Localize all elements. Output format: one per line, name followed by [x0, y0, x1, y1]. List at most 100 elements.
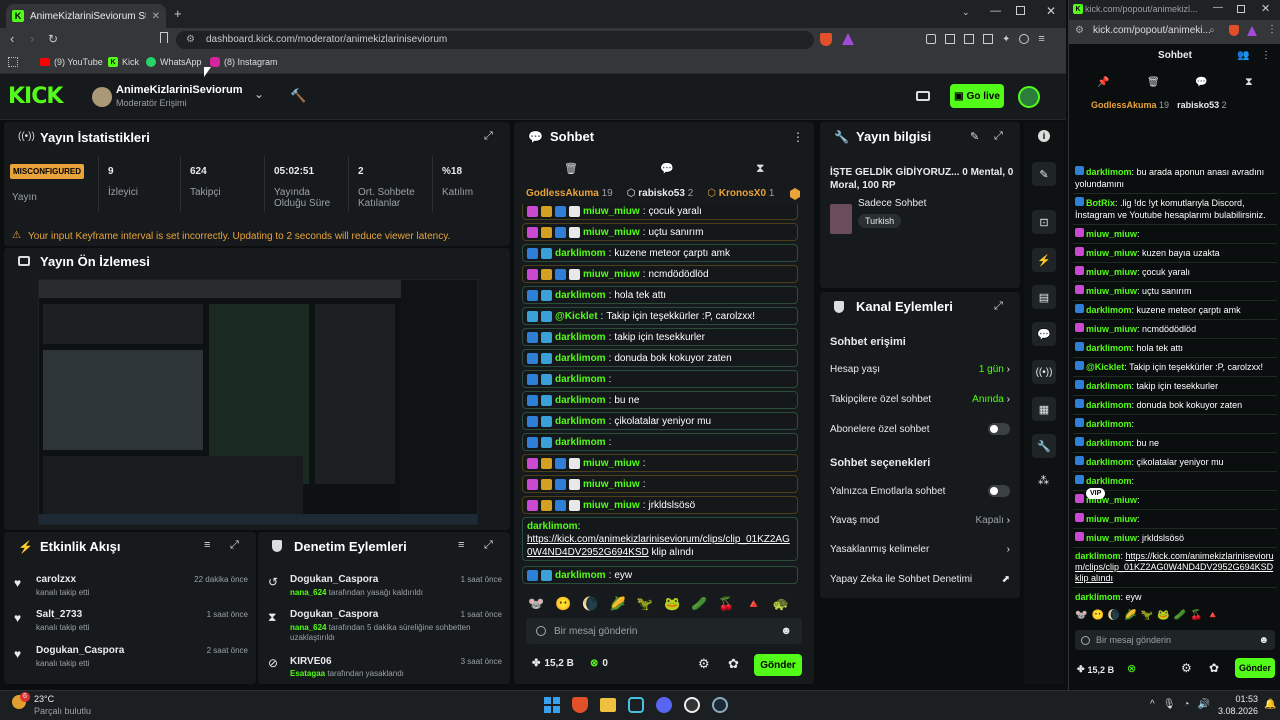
chat-username[interactable]: @Kicklet	[555, 311, 598, 322]
chat-bubble-icon[interactable]: 💬	[660, 162, 674, 175]
site-info-icon[interactable]: ⚙	[186, 34, 195, 45]
popout-close-icon[interactable]: ✕	[1261, 2, 1270, 15]
network-icon[interactable]: ◔	[1183, 699, 1189, 710]
popout-username[interactable]: miuw_miuw	[1086, 324, 1137, 334]
url-input[interactable]: dashboard.kick.com/moderator/animekizlar…	[176, 31, 814, 49]
hourglass-icon[interactable]: ⧗	[756, 161, 764, 176]
emote-icon[interactable]: 🌘	[582, 596, 598, 612]
setting-row-slow-mode[interactable]: Yavaş mod Kapalı ›	[830, 515, 1010, 526]
popout-brave-icon[interactable]	[1229, 25, 1239, 36]
popout-username[interactable]: @Kicklet	[1086, 362, 1124, 372]
filter-icon[interactable]: ≡	[458, 539, 464, 551]
popout-username[interactable]: darklimom	[1086, 381, 1132, 391]
hammer-icon[interactable]: 🔨	[290, 88, 306, 104]
forward-icon[interactable]: ›	[30, 31, 34, 46]
chat-username[interactable]: darklimom	[555, 290, 606, 301]
popout-username[interactable]: darklimom	[1086, 419, 1132, 429]
gift-badge-icon[interactable]	[790, 188, 800, 200]
popout-username[interactable]: darklimom	[1086, 476, 1132, 486]
bookmark-icon[interactable]	[160, 32, 168, 43]
emote-icon[interactable]: 🐭	[528, 596, 544, 612]
chat-username[interactable]: darklimom	[555, 248, 606, 259]
setting-row-followers-only[interactable]: Takipçilere özel sohbet Anında ›	[830, 394, 1010, 405]
broadcast-tool-icon[interactable]: ((•))	[1032, 360, 1056, 384]
popout-more-icon[interactable]: ⋮	[1261, 50, 1271, 61]
emote-icon[interactable]: 🍒	[718, 596, 734, 612]
kick-logo[interactable]: KICK	[8, 84, 63, 109]
tray-chevron-icon[interactable]: ^	[1150, 699, 1155, 710]
popout-minimize-icon[interactable]: —	[1213, 2, 1223, 13]
extensions-icon[interactable]	[926, 34, 936, 44]
chevron-down-icon[interactable]: ⌄	[254, 87, 264, 101]
expand-icon[interactable]: ⤢	[994, 300, 1003, 313]
emote-icon[interactable]: 🐸	[1157, 610, 1169, 621]
emote-icon[interactable]: 🥒	[691, 596, 707, 612]
points-balance[interactable]: ⊗ 0	[590, 658, 608, 669]
popout-settings-icon[interactable]: ⚙	[1075, 25, 1084, 36]
chat-username[interactable]: darklimom	[527, 521, 578, 532]
tab-close-icon[interactable]: ✕	[152, 11, 160, 22]
chat-username[interactable]: miuw_miuw	[583, 206, 640, 217]
chat-username[interactable]: darklimom	[555, 353, 606, 364]
popout-username[interactable]: miuw_miuw	[1086, 248, 1137, 258]
steam-icon[interactable]	[712, 697, 728, 713]
brave-browser-icon[interactable]	[572, 697, 588, 713]
popout-pin-icon[interactable]: 📌	[1097, 77, 1109, 88]
chat-username[interactable]: darklimom	[555, 437, 606, 448]
apps-icon[interactable]	[8, 57, 18, 67]
popout-username[interactable]: darklimom	[1086, 167, 1132, 177]
popout-username[interactable]: miuw_miuw	[1086, 229, 1137, 239]
popout-trash-icon[interactable]: 🗑	[1147, 77, 1160, 88]
bookmark-whatsapp[interactable]: WhatsApp	[146, 57, 202, 67]
emote-icon[interactable]: 🦖	[637, 596, 653, 612]
minimize-icon[interactable]: —	[990, 5, 1001, 17]
card-icon[interactable]	[916, 91, 930, 101]
reading-icon[interactable]	[964, 34, 974, 44]
browser-tab[interactable]: K AnimeKizlariniSeviorum Stream ✕	[6, 4, 166, 28]
obs-icon[interactable]	[684, 697, 700, 713]
brave-shield-icon[interactable]	[820, 33, 832, 46]
chat-username[interactable]: miuw_miuw	[583, 500, 640, 511]
info-icon[interactable]: i	[1038, 130, 1050, 142]
moderation-actor[interactable]: nana_624	[290, 588, 326, 597]
expand-icon[interactable]: ⤢	[484, 130, 493, 143]
expand-icon[interactable]: ⤢	[994, 130, 1003, 143]
popout-username[interactable]: miuw_miuw	[1086, 267, 1137, 277]
chat-username[interactable]: miuw_miuw	[583, 269, 640, 280]
chat-tool-icon[interactable]: 💬	[1032, 322, 1056, 346]
moderation-actor[interactable]: Esatagaa	[290, 669, 325, 678]
emote-icon[interactable]: 🐢	[773, 596, 789, 612]
emote-icon[interactable]: 🌽	[1124, 610, 1136, 621]
popout-chat-settings-icon[interactable]: ✿	[1209, 661, 1219, 675]
expand-icon[interactable]: ⤢	[484, 539, 493, 552]
gifter-item[interactable]: GodlessAkuma 19	[1091, 100, 1169, 110]
leo-icon[interactable]: ✦	[1002, 34, 1010, 45]
microphone-icon[interactable]: 🎙	[1163, 699, 1176, 710]
emote-icon[interactable]: 🥒	[1174, 610, 1186, 621]
emote-icon[interactable]: 🌽	[610, 596, 626, 612]
maximize-icon[interactable]	[1016, 6, 1025, 15]
activity-user[interactable]: Dogukan_Caspora	[36, 645, 124, 656]
sidebar-icon[interactable]	[983, 34, 993, 44]
notifications-icon[interactable]: 🔔	[1264, 699, 1276, 710]
kicks-balance[interactable]: ✤ 15,2 B	[532, 658, 574, 669]
popout-points-icon[interactable]: ⊗	[1127, 662, 1136, 675]
activity-user[interactable]: Salt_2733	[36, 609, 82, 620]
chat-username[interactable]: darklimom	[555, 416, 606, 427]
chat-username[interactable]: miuw_miuw	[583, 479, 640, 490]
popout-username[interactable]: darklimom	[1075, 592, 1121, 602]
moderation-actor[interactable]: nana_624	[290, 623, 326, 632]
setting-row-banned-words[interactable]: Yasaklanmış kelimeler ›	[830, 544, 1010, 555]
chat-username[interactable]: darklimom	[555, 395, 606, 406]
new-tab-icon[interactable]: +	[174, 6, 182, 21]
edit-icon[interactable]: ✎	[970, 130, 979, 143]
emote-menu-icon[interactable]: ☻	[780, 625, 792, 637]
more-tool-icon[interactable]: ⁂	[1038, 474, 1049, 487]
back-icon[interactable]: ‹	[10, 31, 14, 46]
popout-username[interactable]: BotRix	[1086, 198, 1115, 208]
tag-chip[interactable]: Turkish	[858, 214, 902, 228]
popout-url[interactable]: kick.com/popout/animeki...	[1093, 25, 1211, 36]
emoji-picker-icon[interactable]	[536, 626, 546, 636]
popout-maximize-icon[interactable]	[1237, 5, 1245, 13]
popout-username[interactable]: darklimom	[1086, 305, 1132, 315]
